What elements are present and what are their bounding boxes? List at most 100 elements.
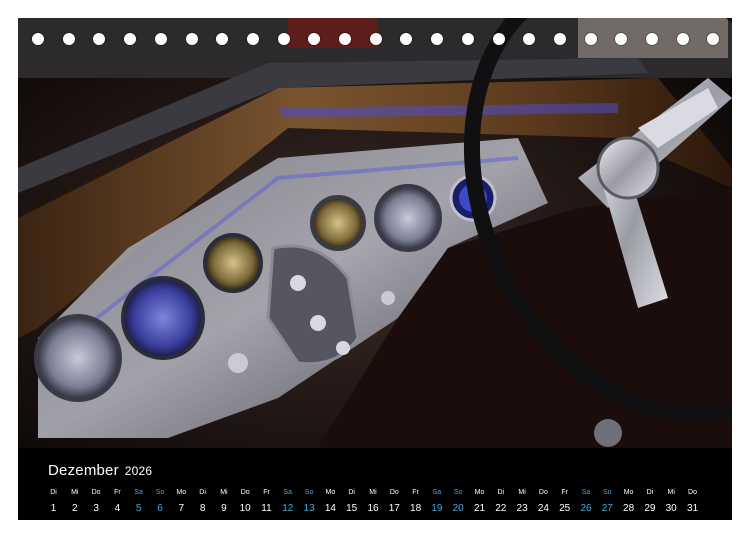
- calendar-page: Dezember 2026 Di 1 Mi 2 Do 3 Fr 4 Sa 5 So 6 Mo 7 Di 8 Mi 9…: [0, 0, 750, 539]
- day-cell: Fr 25: [554, 488, 575, 515]
- day-number: 11: [261, 503, 272, 514]
- vintage-car-dashboard-photo: [18, 18, 732, 448]
- day-number: 29: [644, 503, 656, 514]
- weekday-label: Sa: [283, 489, 293, 496]
- day-number: 19: [431, 503, 443, 514]
- month-name: Dezember: [48, 462, 119, 479]
- weekday-label: Fr: [412, 489, 419, 496]
- weekday-label: Fr: [263, 489, 270, 496]
- day-cell: Mi 2: [64, 488, 85, 515]
- weekday-label: Do: [688, 489, 697, 496]
- weekday-label: Do: [389, 489, 399, 496]
- day-number: 22: [495, 503, 507, 514]
- day-cell: Mi 16: [363, 488, 384, 515]
- day-cell: Fr 18: [405, 488, 426, 515]
- day-number: 27: [601, 503, 613, 514]
- weekday-label: So: [603, 489, 612, 496]
- day-number: 23: [516, 503, 528, 514]
- day-cell: So 27: [597, 488, 618, 515]
- weekday-label: Fr: [561, 489, 568, 496]
- day-number: 10: [239, 503, 251, 514]
- day-number: 21: [473, 503, 486, 514]
- weekday-label: Di: [50, 489, 57, 496]
- day-cell: Mi 23: [512, 488, 533, 515]
- day-number: 8: [199, 503, 206, 514]
- day-number: 17: [388, 503, 400, 514]
- day-number: 31: [686, 503, 699, 514]
- weekday-label: Mo: [325, 489, 336, 496]
- day-number: 26: [580, 503, 592, 514]
- day-cell: Sa 26: [576, 488, 597, 515]
- day-cell: So 13: [299, 488, 320, 515]
- calendar-strip: Dezember 2026 Di 1 Mi 2 Do 3 Fr 4 Sa 5 So 6 Mo 7 Di 8 Mi 9…: [18, 448, 732, 520]
- weekday-label: Sa: [581, 489, 591, 496]
- day-number: 9: [221, 503, 227, 514]
- day-number: 3: [93, 503, 99, 514]
- day-grid: Di 1 Mi 2 Do 3 Fr 4 Sa 5 So 6 Mo 7 Di 8 Mi 9 Do 10 Fr 11 Sa 12 S…: [43, 488, 723, 518]
- day-number: 18: [410, 503, 422, 514]
- day-number: 30: [665, 503, 677, 514]
- weekday-label: So: [155, 489, 165, 496]
- day-cell: Mo 28: [618, 488, 639, 515]
- weekday-label: Di: [497, 489, 505, 496]
- day-number: 28: [623, 503, 635, 514]
- weekday-label: Do: [240, 489, 250, 496]
- day-cell: Mo 14: [320, 488, 341, 515]
- weekday-label: Mo: [176, 489, 187, 496]
- day-number: 16: [367, 503, 379, 514]
- day-cell: Mi 30: [661, 488, 682, 515]
- weekday-label: Mi: [71, 489, 79, 496]
- day-cell: So 20: [448, 488, 469, 515]
- day-cell: Mo 7: [171, 488, 192, 515]
- day-cell: Do 24: [533, 488, 554, 515]
- day-cell: Do 10: [235, 488, 256, 515]
- day-number: 7: [178, 503, 185, 514]
- day-number: 5: [135, 503, 142, 514]
- day-number: 2: [72, 503, 78, 514]
- day-number: 6: [157, 503, 163, 514]
- day-cell: Fr 4: [107, 488, 128, 515]
- weekday-label: Sa: [432, 489, 442, 496]
- weekday-label: Mi: [667, 489, 675, 496]
- weekday-label: Mi: [220, 489, 228, 496]
- calendar-sheet: Dezember 2026 Di 1 Mi 2 Do 3 Fr 4 Sa 5 So 6 Mo 7 Di 8 Mi 9…: [18, 18, 732, 520]
- day-number: 20: [452, 503, 464, 514]
- day-number: 24: [537, 503, 549, 514]
- day-number: 14: [324, 503, 336, 514]
- day-cell: Di 8: [192, 488, 213, 515]
- weekday-label: Mi: [518, 489, 526, 496]
- weekday-label: Do: [538, 489, 548, 496]
- weekday-label: So: [304, 489, 314, 496]
- day-cell: Di 29: [639, 488, 660, 515]
- day-cell: Do 3: [86, 488, 107, 515]
- weekday-label: Di: [199, 489, 206, 496]
- day-number: 15: [346, 503, 358, 514]
- weekday-label: Di: [646, 489, 654, 496]
- day-cell: Mo 21: [469, 488, 490, 515]
- day-cell: Fr 11: [256, 488, 277, 515]
- day-number: 4: [114, 503, 121, 514]
- weekday-label: Di: [348, 489, 355, 496]
- day-number: 25: [559, 503, 571, 514]
- day-cell: Sa 19: [426, 488, 447, 515]
- day-number: 1: [50, 503, 57, 514]
- day-cell: Do 17: [384, 488, 405, 515]
- day-cell: Di 22: [490, 488, 511, 515]
- year-label: 2026: [124, 464, 153, 478]
- weekday-label: Do: [91, 489, 101, 496]
- day-cell: Di 15: [341, 488, 362, 515]
- month-title: Dezember 2026: [48, 462, 152, 479]
- weekday-label: Mo: [623, 489, 634, 496]
- weekday-label: Sa: [134, 489, 143, 496]
- weekday-label: Mo: [474, 489, 485, 496]
- day-cell: Sa 5: [128, 488, 149, 515]
- weekday-label: Fr: [114, 489, 121, 496]
- day-cell: Sa 12: [277, 488, 298, 515]
- day-cell: Di 1: [43, 488, 64, 515]
- weekday-label: So: [453, 489, 463, 496]
- day-cell: Mi 9: [213, 488, 234, 515]
- day-number: 12: [282, 503, 294, 514]
- weekday-label: Mi: [369, 489, 377, 496]
- day-cell: Do 31: [682, 488, 703, 515]
- day-cell: So 6: [150, 488, 171, 515]
